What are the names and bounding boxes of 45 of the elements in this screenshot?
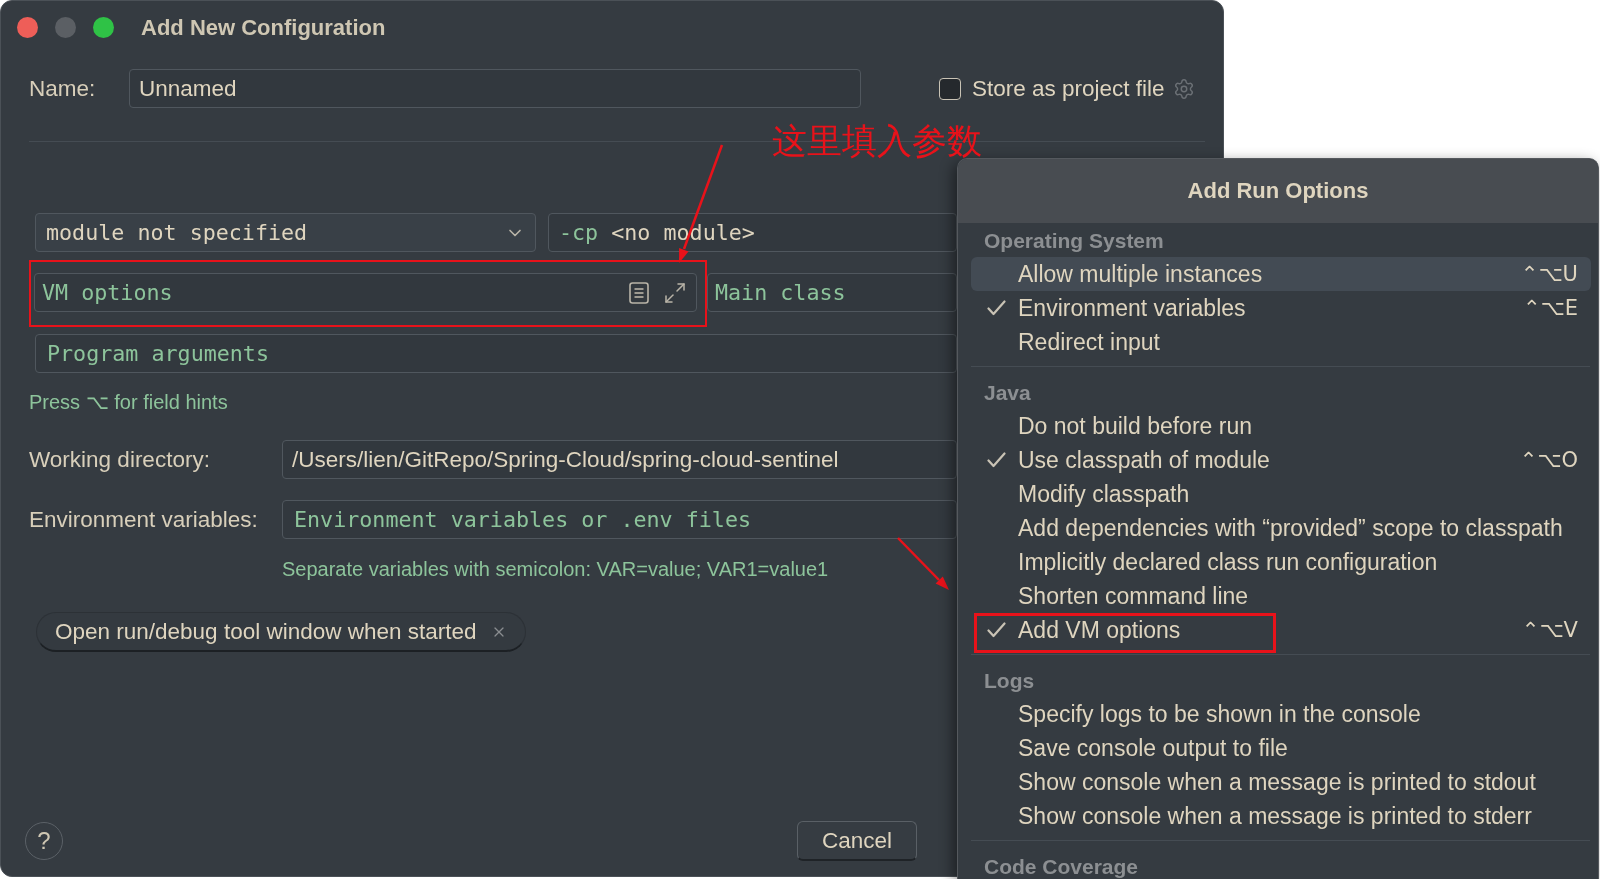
keyboard-shortcut: ⌃⌥O <box>1519 448 1578 472</box>
window-title: Add New Configuration <box>141 14 386 41</box>
menu-item[interactable]: Environment variables ⌃⌥E <box>971 291 1591 325</box>
menu-item[interactable]: Implicitly declared class run configuration <box>971 545 1591 579</box>
menu-item[interactable]: Save console output to file <box>971 731 1591 765</box>
keyboard-shortcut: ⌃⌥V <box>1521 618 1578 642</box>
menu-item[interactable]: Shorten command line <box>971 579 1591 613</box>
group-header: Operating System <box>984 227 1164 253</box>
checkbox-label[interactable]: Store as project file <box>972 75 1165 102</box>
menu-item[interactable]: Show console when a message is printed to stderr <box>971 799 1591 833</box>
menu-item[interactable]: Specify logs to be shown in the console <box>971 697 1591 731</box>
menu-item[interactable]: Allow multiple instances ⌃⌥U <box>971 257 1591 291</box>
keyboard-shortcut: ⌃⌥E <box>1522 296 1578 320</box>
group-header: Java <box>984 379 1031 405</box>
group-header: Logs <box>984 667 1035 693</box>
option-chip[interactable]: Open run/debug tool window when started <box>36 612 526 652</box>
environment-variables-label: Environment variables: <box>29 506 259 533</box>
vm-options-field[interactable]: VM options <box>34 273 697 312</box>
menu-item[interactable]: Redirect input <box>971 325 1591 359</box>
environment-variables-field[interactable]: Environment variables or .env files <box>282 500 957 539</box>
menu-item[interactable]: Do not build before run <box>971 409 1591 443</box>
menu-item[interactable]: Modify classpath <box>971 477 1591 511</box>
keyboard-shortcut: ⌃⌥U <box>1520 262 1578 286</box>
menu-item[interactable]: Use classpath of module ⌃⌥O <box>971 443 1591 477</box>
menu-item[interactable]: Add VM options ⌃⌥V <box>971 613 1591 647</box>
working-directory-label: Working directory: <box>29 446 211 473</box>
list-icon[interactable] <box>629 281 649 304</box>
environment-variables-hint: Separate variables with semicolon: VAR=value; VAR1=value1 <box>282 557 829 581</box>
menu-item[interactable]: Show console when a message is printed to stdout <box>971 765 1591 799</box>
module-dropdown[interactable]: module not specified <box>35 213 536 252</box>
annotation-text: 这里填入参数 <box>772 124 982 159</box>
popup-title: Add Run Options <box>1187 178 1369 204</box>
working-directory-field[interactable]: /Users/lien/GitRepo/Spring-Cloud/spring-cloud-sentinel <box>282 440 957 479</box>
checkbox[interactable] <box>939 77 961 100</box>
cancel-button[interactable]: Cancel <box>797 821 917 861</box>
window-close-button[interactable] <box>17 17 38 38</box>
name-field[interactable]: Unnamed <box>129 69 861 108</box>
expand-icon[interactable] <box>663 280 687 305</box>
field-hints-note: Press ⌥ for field hints <box>29 390 228 414</box>
menu-item[interactable]: Add dependencies with “provided” scope to classpath <box>971 511 1591 545</box>
window-zoom-button[interactable] <box>93 17 114 38</box>
program-arguments-field[interactable]: Program arguments <box>35 334 957 373</box>
main-class-field[interactable]: Main class <box>707 273 957 312</box>
name-label: Name: <box>29 75 97 102</box>
group-header: Code Coverage <box>984 853 1139 879</box>
